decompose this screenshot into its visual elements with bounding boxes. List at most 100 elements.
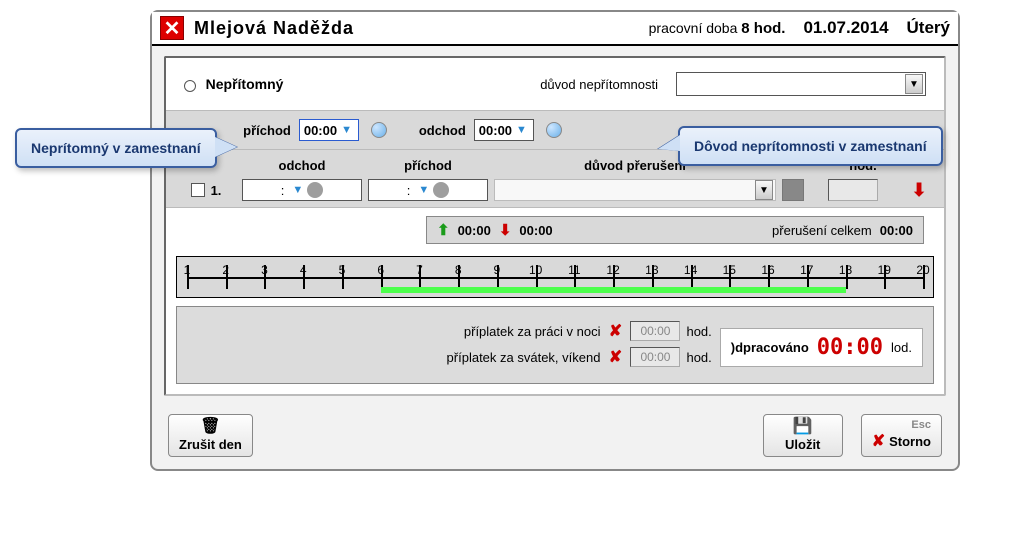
weekday: Úterý: [907, 18, 950, 38]
arrow-down-icon[interactable]: ⬇: [904, 180, 934, 201]
break-arrive-header: příchod: [368, 158, 488, 173]
ruler-tick-label: 8: [455, 263, 462, 277]
absence-reason-label: důvod nepřítomnosti: [540, 77, 658, 92]
employee-name: Mlejová Naděžda: [194, 18, 354, 39]
absent-radio[interactable]: Nepřítomný: [184, 76, 283, 92]
chevron-down-icon: ▼: [418, 184, 429, 196]
supplements-row: příplatek za práci v noci ✘ 00:00 hod. p…: [176, 306, 934, 384]
clock-icon: [433, 182, 449, 198]
footer-buttons: 🗑 Zrušit den 💾 Uložit Esc ✘ Storno: [152, 406, 958, 469]
ruler-tick-label: 16: [761, 263, 774, 277]
work-hours: pracovní doba 8 hod.: [649, 20, 786, 37]
arrive-label: příchod: [243, 123, 291, 138]
clock-icon[interactable]: [371, 122, 387, 138]
x-icon: ✘: [872, 431, 885, 451]
clock-icon[interactable]: [546, 122, 562, 138]
esc-label: Esc: [911, 419, 931, 431]
weekend-supplement-label: příplatek za svátek, víkend: [447, 350, 601, 365]
save-icon: 💾: [793, 419, 813, 435]
unit-label: hod.: [686, 324, 711, 339]
close-icon[interactable]: ✕: [160, 16, 184, 40]
chevron-down-icon: ▼: [292, 184, 303, 196]
break-leave-input[interactable]: : ▼: [242, 179, 362, 201]
ruler-tick-label: 3: [261, 263, 268, 277]
save-label: Uložit: [785, 437, 820, 452]
break-total-label: přerušení celkem: [772, 223, 872, 238]
unit-label: hod.: [686, 350, 711, 365]
callout-reason-text: Dôvod neprítomnosti v zamestnaní: [694, 138, 927, 154]
attendance-dialog: ✕ Mlejová Naděžda pracovní doba 8 hod. 0…: [150, 10, 960, 471]
x-icon[interactable]: ✘: [606, 322, 624, 340]
ruler-tick-label: 20: [916, 263, 929, 277]
chevron-down-icon: ▼: [755, 180, 773, 200]
break-down-value: 00:00: [519, 223, 552, 238]
ruler-tick-label: 15: [723, 263, 736, 277]
break-total-value: 00:00: [880, 223, 913, 238]
storno-button[interactable]: Esc ✘ Storno: [861, 414, 942, 457]
break-reason-select[interactable]: ▼: [494, 179, 776, 201]
ruler-tick-label: 13: [645, 263, 658, 277]
night-supplement-label: příplatek za práci v noci: [464, 324, 601, 339]
ruler-tick-label: 4: [300, 263, 307, 277]
ruler-tick-label: 1: [184, 263, 191, 277]
break-arrive-value: :: [407, 183, 411, 198]
worked-value: 00:00: [817, 335, 883, 360]
ruler-tick-label: 18: [839, 263, 852, 277]
titlebar: ✕ Mlejová Naděžda pracovní doba 8 hod. 0…: [152, 12, 958, 46]
break-hours-box: [828, 179, 878, 201]
arrow-up-icon: ⬆: [437, 221, 450, 239]
cancel-day-label: Zrušit den: [179, 437, 242, 452]
leave-time-input[interactable]: 00:00 ▼: [474, 119, 534, 141]
night-supplement-value: 00:00: [630, 321, 680, 341]
ruler-tick-label: 10: [529, 263, 542, 277]
absence-reason-select[interactable]: ▼: [676, 72, 926, 96]
chevron-down-icon: ▼: [341, 124, 352, 136]
break-row-1: 1. : ▼ : ▼ ▼ ⬇: [176, 179, 934, 201]
x-icon[interactable]: ✘: [606, 348, 624, 366]
arrive-time-value: 00:00: [304, 123, 337, 138]
absent-row: Nepřítomný důvod nepřítomnosti ▼: [166, 58, 944, 110]
ruler-tick-label: 19: [878, 263, 891, 277]
storno-label: Storno: [889, 434, 931, 449]
break-leave-header: odchod: [242, 158, 362, 173]
ruler-tick-label: 12: [606, 263, 619, 277]
ruler-tick-label: 9: [494, 263, 501, 277]
leave-label: odchod: [419, 123, 466, 138]
break-arrive-input[interactable]: : ▼: [368, 179, 488, 201]
ruler-tick-label: 11: [568, 263, 580, 277]
arrow-down-icon: ⬇: [499, 221, 512, 239]
radio-icon: [184, 80, 196, 92]
color-swatch[interactable]: [782, 179, 804, 201]
callout-absent-text: Neprítomný v zamestnaní: [31, 140, 201, 156]
worked-total-box: )dpracováno 00:00 lod.: [720, 328, 923, 367]
cancel-day-button[interactable]: 🗑 Zrušit den: [168, 414, 253, 457]
break-summary: ⬆ 00:00 ⬇ 00:00 přerušení celkem 00:00: [426, 216, 924, 244]
ruler-tick-label: 5: [339, 263, 346, 277]
ruler-tick-label: 2: [222, 263, 229, 277]
ruler-tick-label: 6: [377, 263, 384, 277]
callout-reason: Dôvod neprítomnosti v zamestnaní: [678, 126, 943, 166]
weekend-supplement-value: 00:00: [630, 347, 680, 367]
worked-unit: lod.: [891, 340, 912, 355]
ruler-tick-label: 7: [416, 263, 423, 277]
work-hours-value: 8 hod.: [741, 20, 785, 37]
worked-label: )dpracováno: [731, 340, 809, 355]
time-ruler: 1234567891011121314151617181920: [176, 256, 934, 298]
chevron-down-icon: ▼: [905, 74, 923, 94]
date: 01.07.2014: [803, 18, 888, 38]
absent-label: Nepřítomný: [206, 76, 284, 92]
leave-time-value: 00:00: [479, 123, 512, 138]
callout-absent: Neprítomný v zamestnaní: [15, 128, 217, 168]
chevron-down-icon: ▼: [516, 124, 527, 136]
break-leave-value: :: [281, 183, 285, 198]
trash-icon: 🗑: [200, 419, 220, 435]
clock-icon: [307, 182, 323, 198]
ruler-tick-label: 17: [800, 263, 813, 277]
break-row-num: 1.: [211, 183, 222, 198]
save-button[interactable]: 💾 Uložit: [763, 414, 843, 457]
break-checkbox-1[interactable]: [191, 183, 205, 197]
arrive-time-input[interactable]: 00:00 ▼: [299, 119, 359, 141]
ruler-tick-label: 14: [684, 263, 697, 277]
work-hours-label: pracovní doba: [649, 20, 738, 36]
main-panel: Nepřítomný důvod nepřítomnosti ▼ en příc…: [164, 56, 946, 396]
